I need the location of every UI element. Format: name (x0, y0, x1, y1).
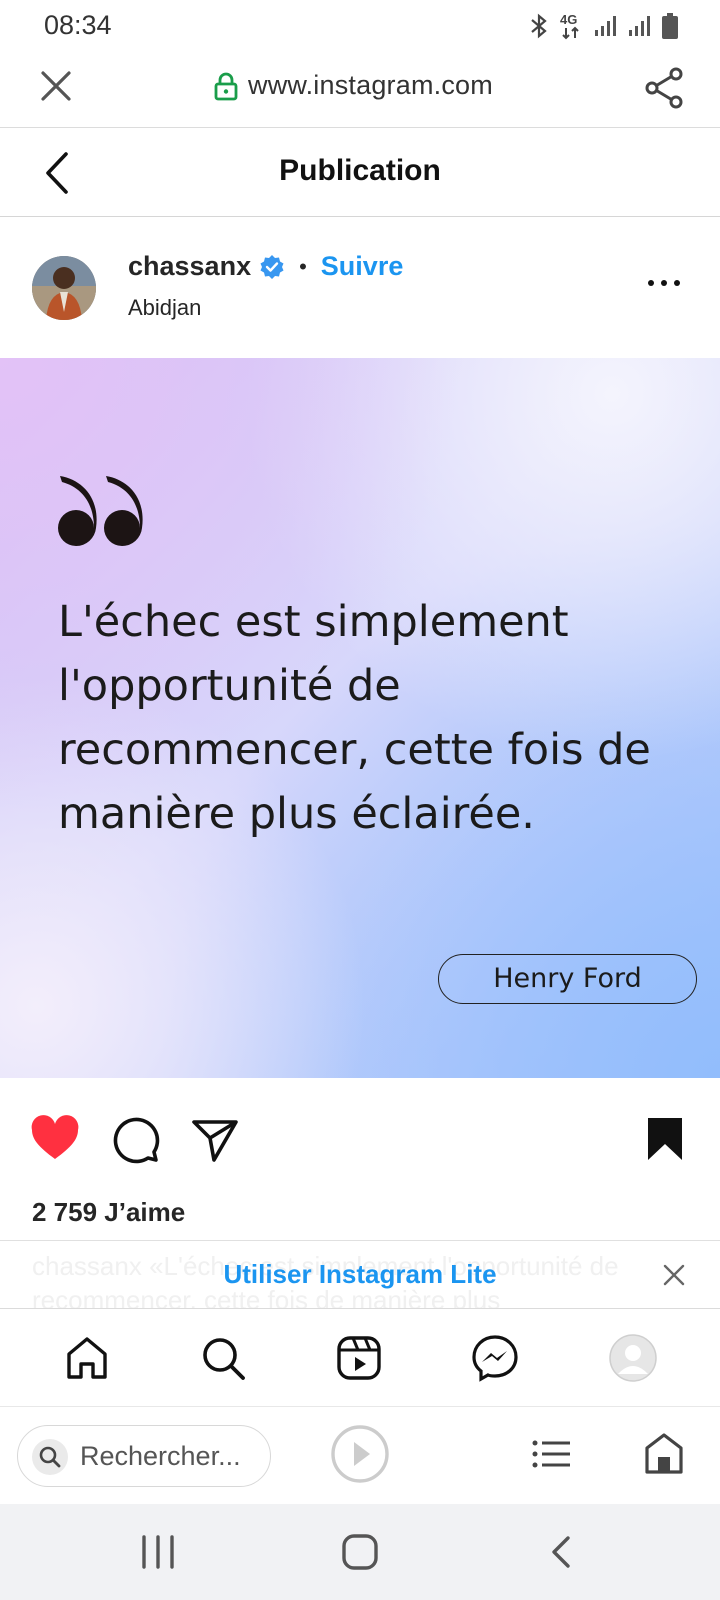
page-title: Publication (279, 154, 441, 187)
search-icon (32, 1439, 68, 1475)
lock-icon (214, 72, 238, 100)
post-header: Publication (0, 128, 720, 217)
nav-home[interactable] (62, 1333, 112, 1383)
signal-icon-2 (629, 16, 650, 36)
post-actions (0, 1078, 720, 1198)
tabs-menu-icon[interactable] (532, 1439, 572, 1469)
search-icon (203, 1338, 245, 1380)
play-icon[interactable] (330, 1424, 390, 1484)
search-placeholder: Rechercher... (80, 1441, 241, 1471)
like-heart-icon[interactable] (30, 1114, 80, 1164)
likes-count[interactable]: 2 759 J’aime (32, 1197, 185, 1228)
avatar[interactable] (32, 256, 96, 320)
url-text: www.instagram.com (248, 70, 493, 100)
battery-icon (662, 13, 678, 39)
status-bar: 08:34 4G (0, 0, 720, 52)
home-button-icon[interactable] (340, 1532, 380, 1572)
quote-mark-icon (58, 476, 143, 546)
comment-icon[interactable] (110, 1114, 160, 1164)
username[interactable]: chassanx (128, 251, 251, 282)
close-icon[interactable] (38, 68, 74, 104)
status-icons: 4G (528, 12, 678, 40)
instagram-lite-banner: chassanx «L'échec est simplement l'oppor… (0, 1240, 720, 1308)
browser-home-icon[interactable] (644, 1431, 684, 1475)
instagram-lite-link[interactable]: Utiliser Instagram Lite (0, 1259, 720, 1290)
system-navigation-bar (0, 1504, 720, 1600)
browser-toolbar: www.instagram.com (0, 52, 720, 128)
nav-messenger[interactable] (470, 1333, 520, 1383)
quote-author-label: Henry Ford (438, 954, 697, 1004)
messenger-icon (472, 1335, 518, 1382)
back-button-icon[interactable] (542, 1532, 582, 1572)
profile-avatar-icon (609, 1334, 657, 1382)
author-name-row: chassanx • Suivre (128, 251, 403, 282)
nav-profile[interactable] (608, 1333, 658, 1383)
nav-search[interactable] (198, 1333, 248, 1383)
verified-badge-icon (260, 254, 284, 279)
recent-apps-icon[interactable] (138, 1532, 178, 1572)
share-send-icon[interactable] (190, 1114, 240, 1164)
signal-icon (595, 16, 616, 36)
save-bookmark-icon[interactable] (640, 1114, 690, 1164)
browser-bottom-bar: Rechercher... (0, 1406, 720, 1504)
quote-text: L'échec est simplement l'opportunité de … (58, 597, 651, 839)
banner-close-icon[interactable] (662, 1263, 686, 1287)
separator-dot: • (299, 253, 307, 279)
status-time: 08:34 (44, 10, 112, 40)
home-icon (67, 1337, 107, 1379)
search-bar[interactable]: Rechercher... (17, 1425, 271, 1487)
post-author-row: chassanx • Suivre Abidjan (0, 217, 720, 358)
reels-icon (337, 1336, 381, 1380)
more-options-icon[interactable] (646, 277, 682, 289)
share-icon[interactable] (644, 66, 684, 110)
url-bar[interactable]: www.instagram.com (214, 70, 493, 101)
instagram-bottom-nav (0, 1308, 720, 1406)
bluetooth-icon (531, 13, 547, 39)
post-location[interactable]: Abidjan (128, 295, 201, 321)
post-image[interactable]: L'échec est simplement l'opportunité de … (0, 358, 720, 1078)
network-type-icon: 4G (560, 12, 584, 40)
follow-button[interactable]: Suivre (321, 251, 404, 282)
nav-reels[interactable] (334, 1333, 384, 1383)
